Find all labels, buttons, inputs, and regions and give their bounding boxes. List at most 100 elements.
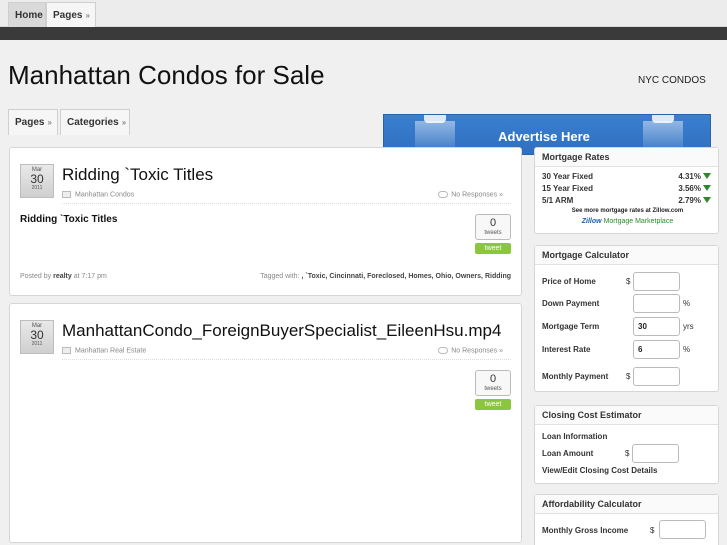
widget-title: Affordability Calculator [535,495,718,514]
zillow-logo: Zillow [581,218,602,225]
post-date-year: 2011 [31,341,43,347]
down-arrow-icon [703,185,711,191]
interest-rate-label: Interest Rate [542,345,591,354]
dollar-symbol: $ [626,277,631,286]
price-input[interactable] [633,272,680,291]
nav-home-label: Home [15,10,43,21]
zillow-text: Mortgage Marketplace [603,218,674,225]
closing-cost-widget: Closing Cost Estimator Loan Information … [534,405,719,484]
widget-title: Mortgage Rates [535,148,718,167]
dollar-symbol: $ [626,372,631,381]
post-category[interactable]: Manhattan Condos [62,191,134,198]
loan-amount-label: Loan Amount [542,449,594,458]
loan-amount-input[interactable] [632,444,679,463]
post-date: Mar 30 2011 [20,164,54,198]
down-payment-input[interactable] [633,294,680,313]
tweet-button[interactable]: tweet [475,399,511,410]
tweet-count-value: 0 [489,217,497,229]
post-title[interactable]: Ridding `Toxic Titles [62,165,213,185]
posted-by-label: Posted by [20,273,52,280]
post-date-year: 2011 [31,185,43,191]
mortgage-calculator-widget: Mortgage Calculator Price of Home $ Down… [534,245,719,392]
post-date: Mar 30 2011 [20,320,54,354]
divider [62,203,511,204]
mortgage-rates-widget: Mortgage Rates 30 Year Fixed 4.31% 15 Yea… [534,147,719,234]
down-payment-label: Down Payment [542,299,600,308]
tweet-count-label: tweets [484,386,502,392]
post-time: at 7:17 pm [73,273,107,280]
closing-details-link[interactable]: View/Edit Closing Cost Details [542,466,657,475]
rate-row: 30 Year Fixed 4.31% [542,172,711,181]
folder-icon [62,347,71,354]
rate-value: 4.31% [678,172,701,181]
comment-icon [438,347,449,354]
chevron-down-icon: » [85,11,90,20]
rate-label: 15 Year Fixed [542,184,593,193]
affordability-widget: Affordability Calculator Monthly Gross I… [534,494,719,545]
tweet-count: 0 tweets [475,370,511,396]
post-date-day: 30 [30,172,44,186]
chevron-down-icon: » [121,118,127,127]
percent-symbol: % [683,299,691,308]
divider [62,359,511,360]
post-category[interactable]: Manhattan Real Estate [62,347,146,354]
secnav-categories-label: Categories [67,117,119,128]
monthly-payment-label: Monthly Payment [542,372,609,381]
top-nav: Home Pages» [0,0,727,27]
rate-label: 5/1 ARM [542,196,574,205]
post-responses-label: No Responses » [451,191,503,199]
tweet-button[interactable]: tweet [475,243,511,254]
term-input[interactable]: 30 [633,317,680,336]
rate-label: 30 Year Fixed [542,172,593,181]
down-arrow-icon [703,173,711,179]
secnav-pages-label: Pages [15,117,45,128]
post-card: Mar 30 2011 ManhattanCondo_ForeignBuyerS… [9,303,522,543]
dollar-symbol: $ [650,526,655,535]
rate-row: 5/1 ARM 2.79% [542,196,711,205]
nav-pages[interactable]: Pages» [46,2,96,27]
post-responses[interactable]: No Responses » [438,191,503,198]
percent-symbol: % [683,345,691,354]
post-responses[interactable]: No Responses » [438,347,503,354]
site-tagline: NYC CONDOS [638,75,706,86]
site-title[interactable]: Manhattan Condos for Sale [8,60,325,91]
income-label: Monthly Gross Income [542,526,629,535]
zillow-link[interactable]: Zillow Mortgage Marketplace [535,218,720,225]
tagged-with-label: Tagged with: [260,273,300,280]
term-unit: yrs [683,322,694,331]
tweet-count: 0 tweets [475,214,511,240]
post-date-day: 30 [30,328,44,342]
comment-icon [438,191,449,198]
post-tag-links[interactable]: , `Toxic, Cincinnati, Foreclosed, Homes,… [301,273,511,280]
folder-icon [62,191,71,198]
nav-pages-label: Pages [53,10,83,21]
post-body: Ridding `Toxic Titles [20,214,118,225]
widget-title: Mortgage Calculator [535,246,718,265]
post-category-label: Manhattan Real Estate [75,347,147,355]
advertise-text: Advertise Here [498,129,590,144]
post-author[interactable]: realty [53,273,72,280]
secnav-categories[interactable]: Categories» [60,109,130,135]
tweet-count-value: 0 [489,373,497,385]
price-label: Price of Home [542,277,596,286]
secnav-pages[interactable]: Pages» [8,109,58,135]
post-title[interactable]: ManhattanCondo_ForeignBuyerSpecialist_Ei… [62,321,501,341]
interest-rate-input[interactable]: 6 [633,340,680,359]
tweet-widget: 0 tweets tweet [475,214,511,254]
post-tags: Tagged with: , `Toxic, Cincinnati, Forec… [260,273,511,280]
monthly-payment-output [633,367,680,386]
rate-value: 2.79% [678,196,701,205]
post-responses-label: No Responses » [451,347,503,355]
more-rates-link[interactable]: See more mortgage rates at Zillow.com [535,208,720,214]
nav-home[interactable]: Home [8,2,46,27]
down-arrow-icon [703,197,711,203]
income-input[interactable] [659,520,706,539]
post-footer: Posted by realty at 7:17 pm Tagged with:… [20,273,511,280]
term-label: Mortgage Term [542,322,600,331]
tweet-count-label: tweets [484,230,502,236]
rate-row: 15 Year Fixed 3.56% [542,184,711,193]
header-bar [0,27,727,40]
chevron-down-icon: » [47,118,52,127]
dollar-symbol: $ [625,449,630,458]
loan-info-label: Loan Information [542,432,608,441]
